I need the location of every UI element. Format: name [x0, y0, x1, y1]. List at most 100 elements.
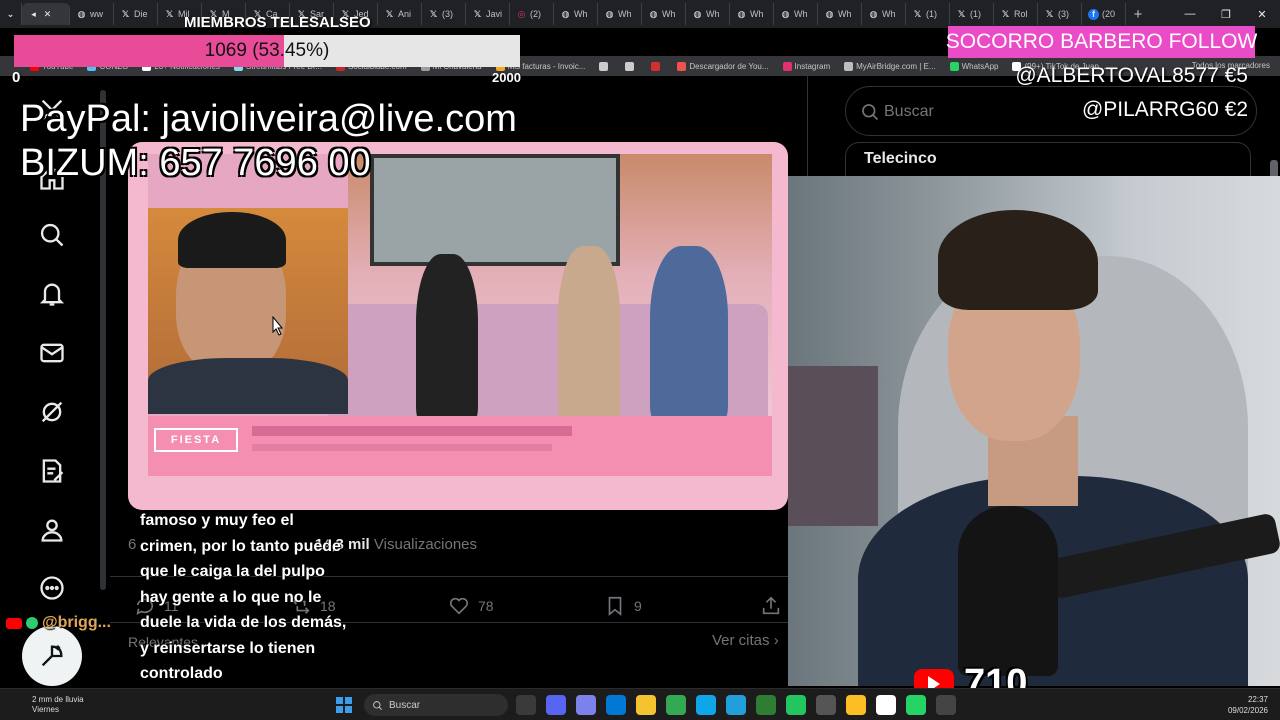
tab-item[interactable]: 𝕏 (3) [422, 3, 466, 25]
like-action[interactable]: 78 [448, 592, 494, 620]
globe-icon: ◍ [649, 8, 658, 19]
tab-label: (3) [1058, 9, 1069, 19]
search-icon[interactable] [34, 217, 70, 253]
taskbar-app-icon[interactable] [576, 695, 596, 715]
taskbar-app-icon[interactable] [756, 695, 776, 715]
window-close-icon[interactable]: ✕ [1244, 0, 1280, 28]
guest-middle [558, 246, 620, 424]
tab-item[interactable]: ◍ Wh [686, 3, 730, 25]
chat-message: famoso y muy feo el crimen, por lo tanto… [140, 512, 347, 682]
system-clock[interactable]: 22:37 09/02/2026 [1228, 694, 1268, 716]
tab-item[interactable]: 𝕏 Ani [378, 3, 422, 25]
share-action[interactable] [760, 592, 782, 620]
bookmark-favicon-icon [599, 61, 609, 71]
tab-label: Wh [838, 9, 852, 19]
tab-item[interactable]: 𝕏 (1) [950, 3, 994, 25]
post-video[interactable]: FIESTA [128, 142, 788, 510]
bookmark-action[interactable]: 9 [604, 592, 642, 620]
tab-item[interactable]: 𝕏 (3) [1038, 3, 1082, 25]
trend-heading[interactable]: Telecinco [864, 150, 937, 168]
tab-item[interactable]: ◍ Wh [730, 3, 774, 25]
paypal-overlay: PayPal: javioliveira@live.com [20, 98, 517, 140]
tab-item[interactable]: ◍ ww [70, 3, 114, 25]
profile-icon[interactable] [34, 512, 70, 548]
bookmark-favicon-icon [844, 61, 854, 71]
taskbar-app-icon[interactable] [876, 695, 896, 715]
new-tab-button[interactable]: + [1126, 6, 1150, 23]
minimize-icon[interactable]: — [1172, 0, 1208, 28]
tab-active[interactable]: ◂ ✕ [22, 3, 70, 25]
window-controls: — ❐ ✕ [1172, 0, 1280, 28]
bookmark-label: MyAirBridge.com | E... [856, 61, 936, 71]
tab-item[interactable]: 𝕏 Rol [994, 3, 1038, 25]
view-quotes-link[interactable]: Ver citas › [712, 632, 779, 649]
tab-label: Wh [618, 9, 632, 19]
taskbar-app-icon[interactable] [936, 695, 956, 715]
tab-label: Wh [882, 9, 896, 19]
screen: ⌄ ◂ ✕ ◍ ww 𝕏 Die 𝕏 Mil 𝕏 M 𝕏 Ca 𝕏 Sar 𝕏 Jed 𝕏 Ani 𝕏 (3) 𝕏 Ja… [0, 0, 1280, 720]
taskbar-app-icon[interactable] [726, 695, 746, 715]
goal-max: 2000 [492, 70, 521, 85]
more-icon[interactable] [34, 570, 70, 606]
share-icon [762, 596, 780, 615]
x-icon: 𝕏 [385, 8, 394, 19]
tab-item[interactable]: ◎ (2) [510, 3, 554, 25]
windows-start-icon[interactable] [336, 697, 352, 713]
tab-item[interactable]: ◍ Wh [774, 3, 818, 25]
bookmark-item[interactable] [625, 61, 637, 71]
taskbar-app-icon[interactable] [666, 695, 686, 715]
bookmark-item[interactable]: MyAirBridge.com | E... [844, 61, 936, 71]
video-frame [148, 154, 772, 426]
lists-icon[interactable] [34, 453, 70, 489]
x-icon: 𝕏 [957, 8, 966, 19]
weather-widget[interactable]: 2 mm de lluvia Viernes [14, 695, 84, 715]
taskbar-app-icon[interactable] [696, 695, 716, 715]
tab-item[interactable]: ◍ Wh [642, 3, 686, 25]
taskbar-app-icon[interactable] [846, 695, 866, 715]
tab-item[interactable]: 𝕏 (1) [906, 3, 950, 25]
bookmark-label: Descargador de You... [689, 61, 769, 71]
clock-date: 09/02/2026 [1227, 706, 1268, 715]
tab-item[interactable]: ◍ Wh [862, 3, 906, 25]
tab-label: ww [90, 9, 103, 19]
tab-item[interactable]: 𝕏 Die [114, 3, 158, 25]
tab-menu[interactable]: ⌄ [0, 3, 22, 25]
bookmark-favicon-icon [949, 61, 959, 71]
messages-icon[interactable] [34, 335, 70, 371]
compose-post-button[interactable] [22, 626, 82, 686]
chevron-right-icon: › [773, 632, 779, 649]
bookmark-favicon-icon [677, 61, 687, 71]
grok-icon[interactable] [34, 394, 70, 430]
bookmark-item[interactable]: Descargador de You... [677, 61, 769, 71]
taskbar-app-icon[interactable] [786, 695, 806, 715]
tab-item[interactable]: ◍ Wh [554, 3, 598, 25]
chat-username-text: @brigg... [42, 614, 111, 631]
taskbar-app-icon[interactable] [546, 695, 566, 715]
lower-third-headline [252, 426, 572, 436]
restore-icon[interactable]: ❐ [1208, 0, 1244, 28]
bookmark-item[interactable]: WhatsApp [949, 61, 999, 71]
taskbar-app-icon[interactable] [606, 695, 626, 715]
tab-item[interactable]: f (20 [1082, 3, 1126, 25]
globe-icon: ◍ [825, 8, 834, 19]
tab-label: (20 [1102, 9, 1116, 19]
inset-suit [148, 358, 348, 414]
volume-icon: ◂ [31, 8, 36, 19]
taskbar-app-icon[interactable] [516, 695, 536, 715]
taskbar-app-icon[interactable] [636, 695, 656, 715]
heart-icon [449, 597, 469, 615]
bookmark-item[interactable] [599, 61, 611, 71]
compose-icon [41, 645, 63, 667]
bookmark-item[interactable] [651, 61, 663, 71]
bookmark-favicon-icon [651, 61, 661, 71]
bookmark-label: WhatsApp [961, 61, 999, 71]
close-icon[interactable]: ✕ [42, 9, 53, 20]
tab-item[interactable]: 𝕏 Javi [466, 3, 510, 25]
bookmark-item[interactable]: Instagram [782, 61, 830, 71]
taskbar-search[interactable]: Buscar [364, 694, 508, 716]
taskbar-app-icon[interactable] [906, 695, 926, 715]
notifications-icon[interactable] [34, 276, 70, 312]
taskbar-app-icon[interactable] [816, 695, 836, 715]
tab-item[interactable]: ◍ Wh [598, 3, 642, 25]
tab-item[interactable]: ◍ Wh [818, 3, 862, 25]
